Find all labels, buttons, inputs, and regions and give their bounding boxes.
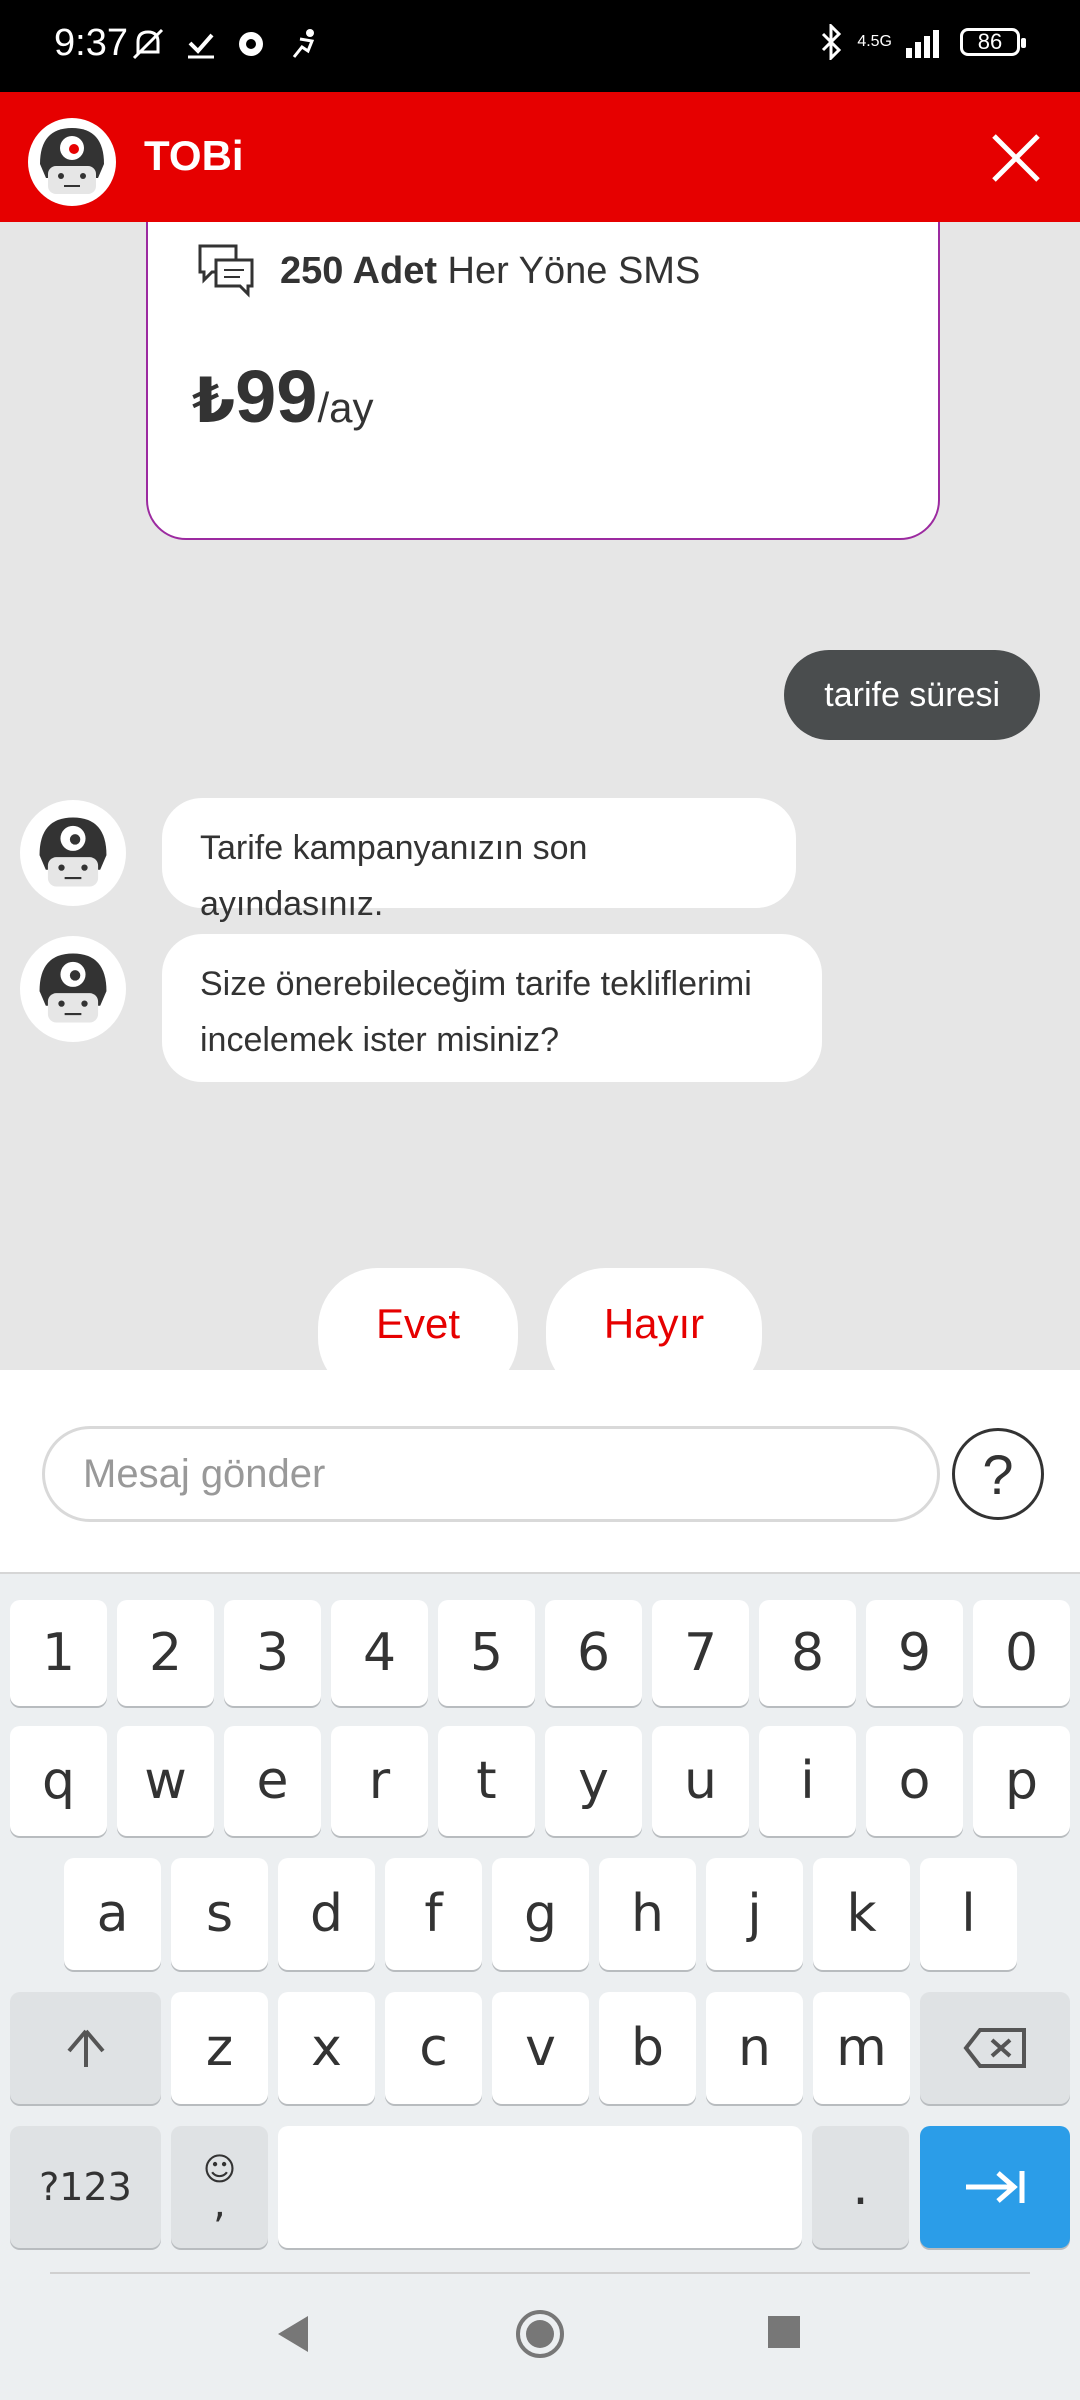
- tariff-price: ₺99/ay: [192, 354, 373, 439]
- comma-label: ,: [213, 2181, 226, 2227]
- key-1[interactable]: 1: [10, 1600, 107, 1706]
- tobi-avatar-icon: [39, 953, 107, 1023]
- close-icon[interactable]: [988, 130, 1044, 186]
- key-w[interactable]: w: [117, 1726, 214, 1836]
- key-2[interactable]: 2: [117, 1600, 214, 1706]
- bot-avatar: [20, 936, 126, 1042]
- navigation-bar: [0, 2272, 1080, 2400]
- key-t[interactable]: t: [438, 1726, 535, 1836]
- price-currency: ₺: [192, 367, 236, 436]
- flower-icon: [239, 32, 263, 56]
- key-4[interactable]: 4: [331, 1600, 428, 1706]
- key-k[interactable]: k: [813, 1858, 910, 1970]
- bot-avatar: [20, 800, 126, 906]
- key-a[interactable]: a: [64, 1858, 161, 1970]
- backspace-icon: [963, 2028, 1026, 2068]
- battery-icon: 86: [960, 28, 1026, 56]
- key-0[interactable]: 0: [973, 1600, 1070, 1706]
- recents-icon[interactable]: [766, 2314, 802, 2350]
- key-5[interactable]: 5: [438, 1600, 535, 1706]
- check-icon: [188, 33, 214, 59]
- quick-replies: Evet Hayır: [0, 1268, 1080, 1370]
- key-6[interactable]: 6: [545, 1600, 642, 1706]
- back-icon[interactable]: [272, 2312, 312, 2356]
- key-f[interactable]: f: [385, 1858, 482, 1970]
- key-o[interactable]: o: [866, 1726, 963, 1836]
- keyboard: 1 2 3 4 5 6 7 8 9 0 q w e r t y u i o p …: [0, 1572, 1080, 2274]
- composer: Mesaj gönder ?: [0, 1370, 1080, 1572]
- key-3[interactable]: 3: [224, 1600, 321, 1706]
- mute-icon: [132, 28, 164, 60]
- tobi-avatar-icon: [39, 817, 107, 887]
- home-icon[interactable]: [514, 2308, 566, 2360]
- user-message: tarife süresi: [784, 650, 1040, 740]
- price-period: /ay: [317, 384, 374, 431]
- price-amount: 99: [235, 355, 318, 438]
- help-button[interactable]: ?: [952, 1428, 1044, 1520]
- status-notification-icons: [128, 26, 322, 62]
- key-l[interactable]: l: [920, 1858, 1017, 1970]
- header-title: TOBi: [144, 132, 244, 179]
- sms-count: 250 Adet: [280, 250, 437, 292]
- key-c[interactable]: c: [385, 1992, 482, 2104]
- enter-key[interactable]: [920, 2126, 1070, 2248]
- chat-area[interactable]: 250 Adet Her Yöne SMS ₺99/ay tarife süre…: [0, 222, 1080, 1370]
- bot-message-row: Size önerebileceğim tarife tekliflerimi …: [20, 934, 1060, 1084]
- bluetooth-icon: [822, 24, 842, 60]
- quick-reply-yes-button[interactable]: Evet: [318, 1268, 518, 1370]
- key-m[interactable]: m: [813, 1992, 910, 2104]
- symbols-key[interactable]: ?123: [10, 2126, 161, 2248]
- bot-message: Size önerebileceğim tarife tekliflerimi …: [162, 934, 822, 1082]
- bot-message-row: Tarife kampanyanızın son ayındasınız.: [20, 798, 1060, 923]
- network-type: 4.5G: [857, 33, 892, 50]
- key-z[interactable]: z: [171, 1992, 268, 2104]
- key-8[interactable]: 8: [759, 1600, 856, 1706]
- key-9[interactable]: 9: [866, 1600, 963, 1706]
- sms-label: Her Yöne SMS: [437, 250, 701, 292]
- key-b[interactable]: b: [599, 1992, 696, 2104]
- key-j[interactable]: j: [706, 1858, 803, 1970]
- key-v[interactable]: v: [492, 1992, 589, 2104]
- emoji-comma-key[interactable]: ☺ ,: [171, 2126, 268, 2248]
- signal-icon: [906, 30, 939, 58]
- key-q[interactable]: q: [10, 1726, 107, 1836]
- quick-reply-no-button[interactable]: Hayır: [546, 1268, 762, 1370]
- key-e[interactable]: e: [224, 1726, 321, 1836]
- bot-message-line: Size önerebileceğim tarife tekliflerimi: [200, 965, 752, 1003]
- bot-message: Tarife kampanyanızın son ayındasınız.: [162, 798, 796, 923]
- key-d[interactable]: d: [278, 1858, 375, 1970]
- chat-header: TOBi: [0, 92, 1080, 222]
- message-input[interactable]: Mesaj gönder: [42, 1426, 940, 1522]
- key-s[interactable]: s: [171, 1858, 268, 1970]
- space-key[interactable]: [278, 2126, 802, 2248]
- key-i[interactable]: i: [759, 1726, 856, 1836]
- key-g[interactable]: g: [492, 1858, 589, 1970]
- key-p[interactable]: p: [973, 1726, 1070, 1836]
- key-u[interactable]: u: [652, 1726, 749, 1836]
- divider: [50, 2272, 1030, 2274]
- status-time: 9:37: [54, 22, 128, 64]
- bot-message-line: incelemek ister misiniz?: [200, 1021, 559, 1059]
- key-x[interactable]: x: [278, 1992, 375, 2104]
- status-system-icons: 4.5G 86: [819, 24, 1026, 60]
- key-r[interactable]: r: [331, 1726, 428, 1836]
- runner-icon: [292, 29, 315, 58]
- tariff-card[interactable]: 250 Adet Her Yöne SMS ₺99/ay: [146, 222, 940, 540]
- backspace-key[interactable]: [920, 1992, 1070, 2104]
- key-7[interactable]: 7: [652, 1600, 749, 1706]
- shift-key[interactable]: [10, 1992, 161, 2104]
- status-bar: 9:37 4.5G 86: [0, 0, 1080, 92]
- shift-icon: [66, 2029, 105, 2067]
- key-h[interactable]: h: [599, 1858, 696, 1970]
- period-key[interactable]: .: [812, 2126, 909, 2248]
- send-arrow-icon: [966, 2171, 1025, 2203]
- key-n[interactable]: n: [706, 1992, 803, 2104]
- sms-icon: [198, 244, 254, 298]
- tobi-avatar: [28, 118, 116, 206]
- sms-allowance: 250 Adet Her Yöne SMS: [280, 250, 700, 293]
- key-y[interactable]: y: [545, 1726, 642, 1836]
